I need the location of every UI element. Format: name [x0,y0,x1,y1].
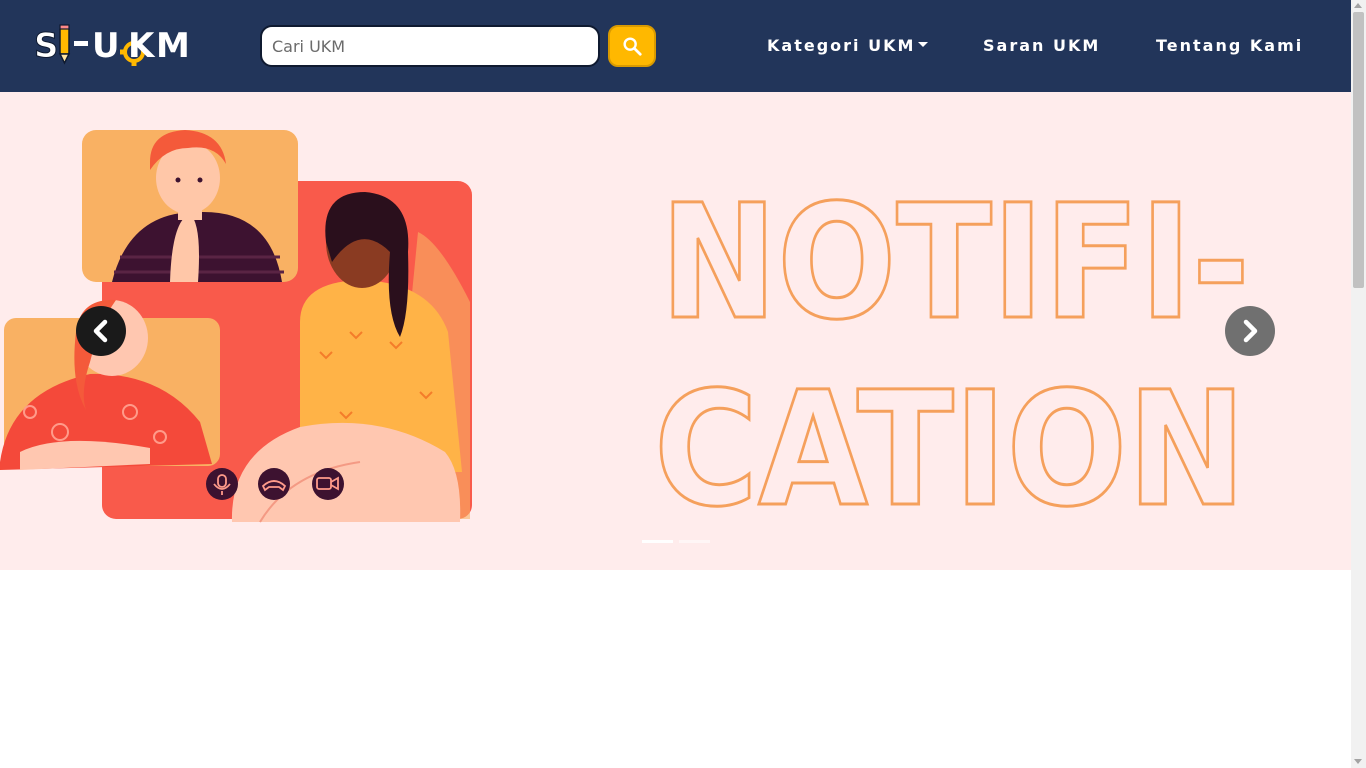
page: S U K M Cari UKM Kategori UKM Saran UKM … [0,0,1351,768]
pencil-icon [58,24,71,65]
svg-text:M: M [156,26,190,66]
svg-text:S: S [34,26,59,66]
logo[interactable]: S U K M [32,22,202,68]
banner-line-1: NOTIFI- [660,171,1250,355]
nav-tentang-kami[interactable]: Tentang Kami [1156,36,1303,55]
chevron-right-icon [1243,319,1258,343]
carousel-indicators [642,540,710,543]
banner-line-2: CATION [654,358,1246,522]
search-icon [623,37,642,56]
scroll-thumb[interactable] [1353,12,1364,288]
scroll-down-arrow-icon[interactable] [1354,759,1362,764]
carousel-prev-button[interactable] [76,306,126,356]
call-controls [206,468,344,500]
svg-text:K: K [128,26,156,66]
search-input[interactable] [260,25,600,67]
svg-text:U: U [92,26,120,66]
banner-heading: NOTIFI- CATION [653,170,1252,523]
page-scrollbar[interactable] [1351,0,1366,768]
nav-kategori-label: Kategori UKM [767,36,916,55]
carousel-indicator-2[interactable] [679,540,710,543]
navbar: S U K M Cari UKM Kategori UKM Saran UKM … [0,0,1351,92]
carousel-indicator-1[interactable] [642,540,673,543]
caret-down-icon [918,42,929,47]
carousel-next-button[interactable] [1225,306,1275,356]
search-button[interactable] [608,25,656,67]
main-content [0,570,1351,768]
scroll-up-arrow-icon[interactable] [1354,3,1362,8]
hero-carousel: NOTIFI- CATION [0,92,1351,570]
video-call-illustration [0,130,472,523]
chevron-left-icon [93,319,108,343]
nav-tentang-label: Tentang Kami [1156,36,1304,55]
nav-kategori-ukm[interactable]: Kategori UKM [767,36,929,55]
nav-saran-label: Saran UKM [983,36,1101,55]
nav-saran-ukm[interactable]: Saran UKM [983,36,1100,55]
